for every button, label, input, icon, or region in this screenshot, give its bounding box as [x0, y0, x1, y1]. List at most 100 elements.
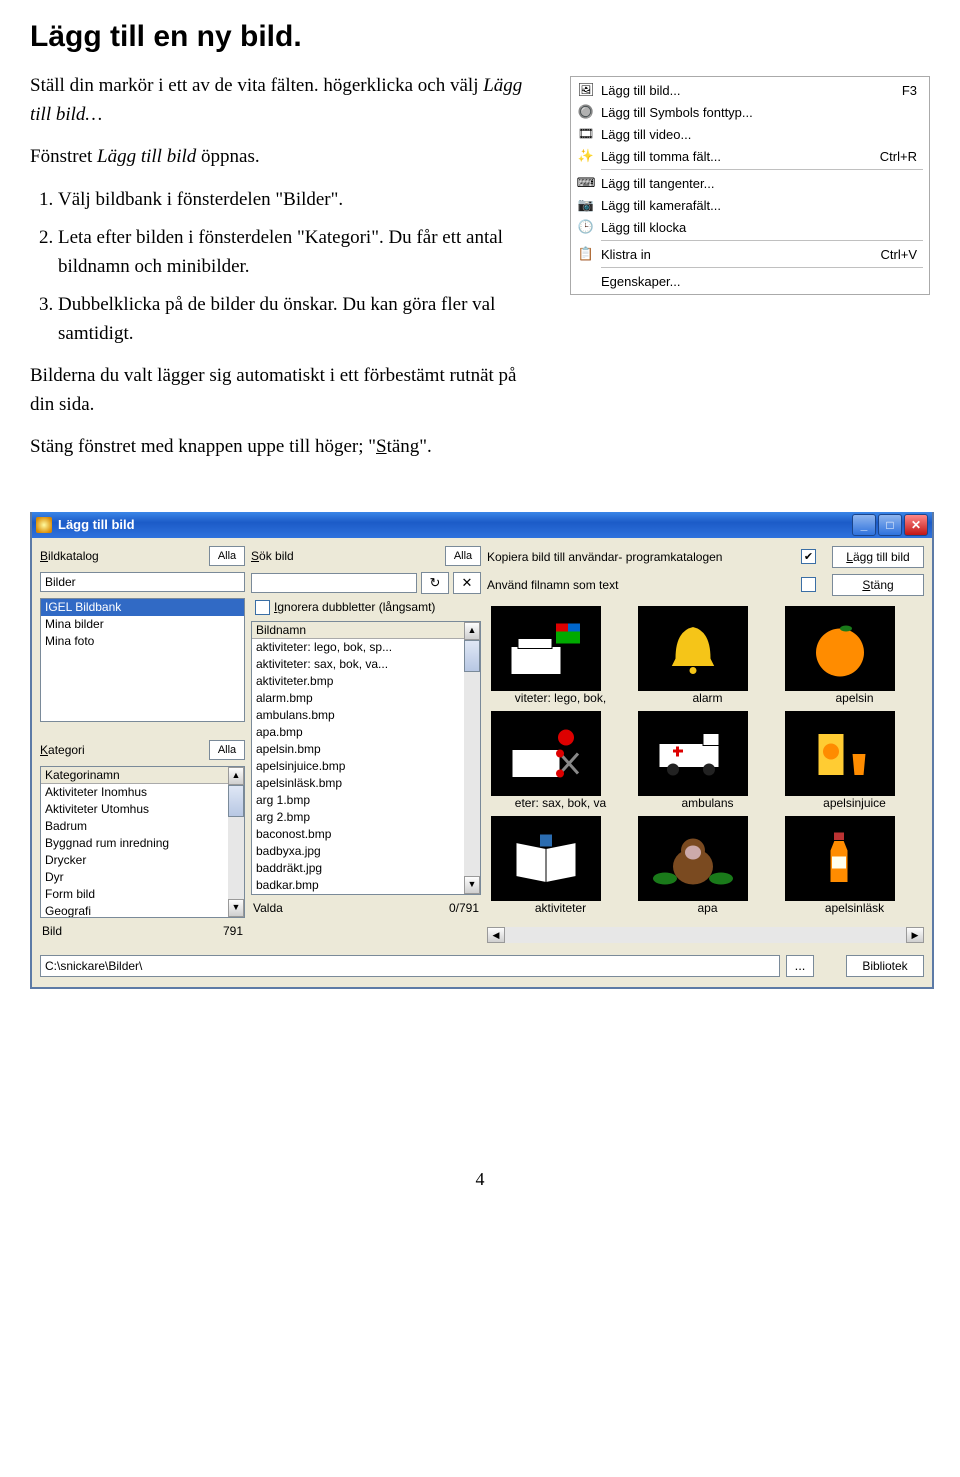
list-item[interactable]: badrum 1.bmp	[252, 894, 480, 895]
thumbnail-image	[491, 606, 601, 691]
thumbnail-cell[interactable]: apelsinläsk	[785, 816, 924, 915]
list-item[interactable]: ambulans.bmp	[252, 707, 480, 724]
thumbnail-cell[interactable]: apelsin	[785, 606, 924, 705]
list-item[interactable]: Dyr	[41, 869, 244, 886]
thumbnail-cell[interactable]: viteter: lego, bok,	[491, 606, 630, 705]
list-item[interactable]: Form bild	[41, 886, 244, 903]
search-input[interactable]	[251, 573, 417, 593]
close-button[interactable]: ✕	[904, 514, 928, 536]
ignore-dupes-checkbox[interactable]	[255, 600, 270, 615]
maximize-button[interactable]: □	[878, 514, 902, 536]
list-item[interactable]: Drycker	[41, 852, 244, 869]
menu-item[interactable]: 📋Klistra inCtrl+V	[573, 243, 927, 265]
minimize-button[interactable]: _	[852, 514, 876, 536]
list-item[interactable]: Mina bilder	[41, 616, 244, 633]
menu-item[interactable]: 🎞 Lägg till video...	[573, 123, 927, 145]
bildkatalog-alla-button[interactable]: Alla	[209, 546, 245, 566]
bildnamn-listbox[interactable]: Bildnamn aktiviteter: lego, bok, sp...ak…	[251, 621, 481, 895]
list-item[interactable]: badbyxa.jpg	[252, 843, 480, 860]
thumbnail-cell[interactable]: eter: sax, bok, va	[491, 711, 630, 810]
refresh-button[interactable]: ↻	[421, 572, 449, 594]
menu-item-label: Egenskaper...	[601, 274, 899, 289]
scroll-up-icon[interactable]: ▲	[464, 622, 480, 640]
thumbnail-cell[interactable]: apelsinjuice	[785, 711, 924, 810]
menu-item[interactable]: Egenskaper...	[573, 270, 927, 292]
scroll-up-icon[interactable]: ▲	[228, 767, 244, 785]
kategori-listbox[interactable]: Kategorinamn Aktiviteter InomhusAktivite…	[40, 766, 245, 918]
step-2: Leta efter bilden i fönsterdelen "Katego…	[58, 224, 540, 281]
clear-button[interactable]: ✕	[453, 572, 481, 594]
list-item[interactable]: arg 2.bmp	[252, 809, 480, 826]
list-item[interactable]: baddräkt.jpg	[252, 860, 480, 877]
scroll-thumb[interactable]	[464, 640, 480, 672]
thumbnail-cell[interactable]: alarm	[638, 606, 777, 705]
menu-divider	[601, 267, 923, 268]
menu-item[interactable]: ⌨Lägg till tangenter...	[573, 172, 927, 194]
list-item[interactable]: aktiviteter.bmp	[252, 673, 480, 690]
list-item[interactable]: Aktiviteter Inomhus	[41, 784, 244, 801]
bilder-textbox[interactable]: Bilder	[40, 572, 245, 592]
sok-alla-button[interactable]: Alla	[445, 546, 481, 566]
close-dialog-button[interactable]: Stäng	[832, 574, 924, 596]
ignore-dupes-label: Ignorera dubbletter (långsamt)	[274, 600, 435, 614]
add-image-button[interactable]: Lägg till bild	[832, 546, 924, 568]
scroll-down-icon[interactable]: ▼	[464, 876, 480, 894]
list-item[interactable]: aktiviteter: lego, bok, sp...	[252, 639, 480, 656]
camera-icon: 📷	[577, 196, 595, 214]
thumbnail-image	[638, 816, 748, 901]
thumbnail-image	[491, 711, 601, 796]
kopiera-checkbox[interactable]: ✔	[801, 549, 816, 564]
menu-item[interactable]: ✨Lägg till tomma fält...Ctrl+R	[573, 145, 927, 167]
list-item[interactable]: Byggnad rum inredning	[41, 835, 244, 852]
bildnamn-scrollbar[interactable]: ▲ ▼	[464, 622, 480, 894]
scroll-thumb[interactable]	[228, 785, 244, 817]
browse-button[interactable]: ...	[786, 955, 814, 977]
list-item[interactable]: apelsin.bmp	[252, 741, 480, 758]
thumbnail-label: apelsin	[785, 691, 924, 705]
list-item[interactable]: alarm.bmp	[252, 690, 480, 707]
list-item[interactable]: Badrum	[41, 818, 244, 835]
scroll-down-icon[interactable]: ▼	[228, 899, 244, 917]
app-icon	[36, 517, 52, 533]
list-item[interactable]: apelsinläsk.bmp	[252, 775, 480, 792]
list-item[interactable]: arg 1.bmp	[252, 792, 480, 809]
menu-item-label: Lägg till Symbols fonttyp...	[601, 105, 899, 120]
thumbnail-image	[491, 816, 601, 901]
page-heading: Lägg till en ny bild.	[30, 20, 930, 54]
thumbnail-image	[638, 711, 748, 796]
list-item[interactable]: badkar.bmp	[252, 877, 480, 894]
menu-item[interactable]: 🕒Lägg till klocka	[573, 216, 927, 238]
list-item[interactable]: Geografi	[41, 903, 244, 918]
dialog-title: Lägg till bild	[58, 517, 850, 532]
filnamn-checkbox[interactable]	[801, 577, 816, 592]
sok-bild-label: Sök bild	[251, 549, 294, 563]
list-item[interactable]: Mina foto	[41, 633, 244, 650]
menu-item[interactable]: 🖼Lägg till bild...F3	[573, 79, 927, 101]
thumbnail-cell[interactable]: ambulans	[638, 711, 777, 810]
list-item[interactable]: IGEL Bildbank	[41, 599, 244, 616]
list-item[interactable]: apelsinjuice.bmp	[252, 758, 480, 775]
menu-item-label: Lägg till video...	[601, 127, 899, 142]
thumbnail-label: apelsinjuice	[785, 796, 924, 810]
scroll-left-icon[interactable]: ◀	[487, 927, 505, 943]
thumbnail-label: viteter: lego, bok,	[491, 691, 630, 705]
scroll-right-icon[interactable]: ▶	[906, 927, 924, 943]
kategori-scrollbar[interactable]: ▲ ▼	[228, 767, 244, 917]
thumbnail-cell[interactable]: aktiviteter	[491, 816, 630, 915]
menu-item[interactable]: 🔘Lägg till Symbols fonttyp...	[573, 101, 927, 123]
video-icon: 🎞	[577, 125, 595, 143]
thumb-hscroll[interactable]: ◀ ▶	[487, 927, 924, 943]
catalog-listbox[interactable]: IGEL BildbankMina bilderMina foto	[40, 598, 245, 722]
bibliotek-button[interactable]: Bibliotek	[846, 955, 924, 977]
thumbnail-label: aktiviteter	[491, 901, 630, 915]
list-item[interactable]: baconost.bmp	[252, 826, 480, 843]
path-textbox[interactable]: C:\snickare\Bilder\	[40, 955, 780, 977]
kategori-alla-button[interactable]: Alla	[209, 740, 245, 760]
list-item[interactable]: apa.bmp	[252, 724, 480, 741]
menu-item-label: Lägg till klocka	[601, 220, 899, 235]
menu-item-label: Lägg till kamerafält...	[601, 198, 899, 213]
thumbnail-cell[interactable]: apa	[638, 816, 777, 915]
list-item[interactable]: Aktiviteter Utomhus	[41, 801, 244, 818]
menu-item[interactable]: 📷 Lägg till kamerafält...	[573, 194, 927, 216]
list-item[interactable]: aktiviteter: sax, bok, va...	[252, 656, 480, 673]
